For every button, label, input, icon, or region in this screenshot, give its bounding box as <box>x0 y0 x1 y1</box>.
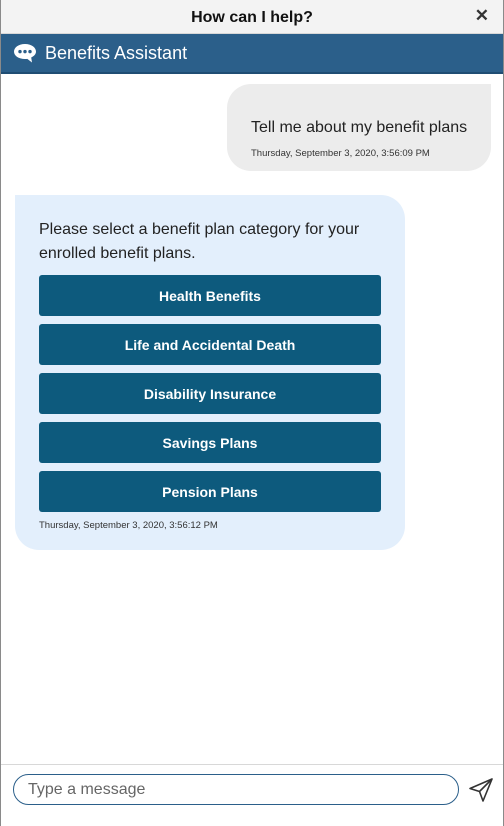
option-disability-insurance[interactable]: Disability Insurance <box>39 373 381 414</box>
close-icon[interactable]: ✕ <box>475 7 489 25</box>
message-composer <box>1 764 503 826</box>
option-savings-plans[interactable]: Savings Plans <box>39 422 381 463</box>
assistant-name: Benefits Assistant <box>45 43 188 63</box>
chat-bubble-icon <box>14 44 36 63</box>
option-health-benefits[interactable]: Health Benefits <box>39 275 381 316</box>
message-list[interactable]: Tell me about my benefit plans Thursday,… <box>1 76 503 762</box>
message-timestamp: Thursday, September 3, 2020, 3:56:12 PM <box>39 520 218 531</box>
window-title: How can I help? <box>191 9 313 26</box>
option-life-accidental-death[interactable]: Life and Accidental Death <box>39 324 381 365</box>
send-icon[interactable] <box>468 777 494 803</box>
option-pension-plans[interactable]: Pension Plans <box>39 471 381 512</box>
title-bar: How can I help? ✕ <box>1 0 503 34</box>
message-input[interactable] <box>13 774 459 805</box>
message-text: Tell me about my benefit plans <box>251 119 468 136</box>
option-list: Health Benefits Life and Accidental Deat… <box>39 275 381 520</box>
message-text: Please select a benefit plan category fo… <box>39 221 360 262</box>
bot-message: Please select a benefit plan category fo… <box>15 195 405 550</box>
chat-window: How can I help? ✕ Benefits Assistant Tel… <box>0 0 504 826</box>
user-message: Tell me about my benefit plans Thursday,… <box>227 84 491 171</box>
assistant-header: Benefits Assistant <box>1 34 503 74</box>
message-timestamp: Thursday, September 3, 2020, 3:56:09 PM <box>251 148 430 159</box>
